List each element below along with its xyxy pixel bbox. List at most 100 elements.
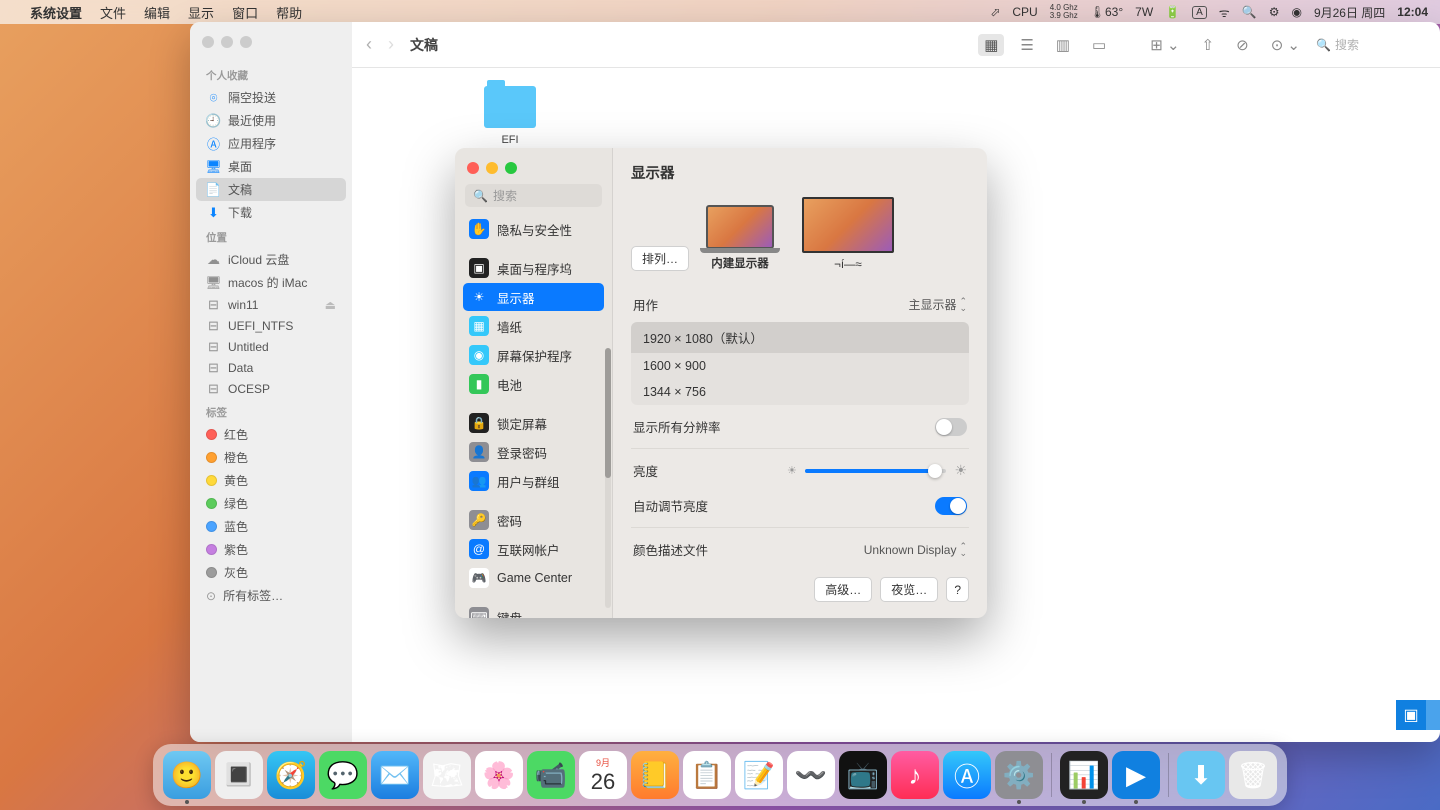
sidebar-tag[interactable]: 蓝色 <box>196 515 346 538</box>
dock-safari[interactable]: 🧭 <box>267 751 315 799</box>
view-list[interactable]: ☰ <box>1014 34 1039 56</box>
time-display[interactable]: 12:04 <box>1397 5 1428 19</box>
dock-trash[interactable]: 🗑 <box>1229 751 1277 799</box>
dock-appstore[interactable]: Ⓐ <box>943 751 991 799</box>
sidebar-airdrop[interactable]: ⌾隔空投送 <box>196 86 346 109</box>
dock-photos[interactable]: 🌸 <box>475 751 523 799</box>
date-display[interactable]: 9月26日 周四 <box>1314 4 1385 21</box>
cursor-icon[interactable]: ⬀ <box>990 5 1000 19</box>
dock-maps[interactable]: 🗺 <box>423 751 471 799</box>
recorder-handle[interactable] <box>1426 700 1440 730</box>
close-button[interactable] <box>467 162 479 174</box>
settings-sidebar-item[interactable]: ☀显示器 <box>463 283 604 311</box>
sidebar-imac[interactable]: 🖥macos 的 iMac <box>196 271 346 294</box>
sidebar-downloads[interactable]: ⬇下载 <box>196 201 346 224</box>
settings-sidebar-item[interactable]: ◉屏幕保护程序 <box>463 341 604 369</box>
menu-help[interactable]: 帮助 <box>276 3 302 22</box>
sidebar-data[interactable]: ⊟Data <box>196 357 346 378</box>
wifi-icon[interactable]: ᯤ <box>1219 4 1230 21</box>
sidebar-icloud[interactable]: ☁iCloud 云盘 <box>196 248 346 271</box>
resolution-option[interactable]: 1344 × 756 <box>631 379 969 405</box>
settings-sidebar-item[interactable]: ▮电池 <box>463 370 604 398</box>
settings-sidebar-item[interactable]: ⌨键盘 <box>463 603 604 618</box>
settings-search[interactable]: 🔍 搜索 <box>465 184 602 207</box>
sidebar-tag[interactable]: ⊙所有标签… <box>196 584 346 607</box>
resolution-option[interactable]: 1600 × 900 <box>631 353 969 379</box>
sidebar-untitled[interactable]: ⊟Untitled <box>196 336 346 357</box>
siri-icon[interactable]: ◉ <box>1291 5 1301 19</box>
dock-system-settings[interactable]: ⚙️ <box>995 751 1043 799</box>
view-gallery[interactable]: ▭ <box>1086 34 1112 56</box>
settings-sidebar-item[interactable]: ▦墙纸 <box>463 312 604 340</box>
folder-efi[interactable]: EFI <box>470 86 550 146</box>
dock-contacts[interactable]: 📒 <box>631 751 679 799</box>
settings-sidebar-item[interactable]: @互联网帐户 <box>463 535 604 563</box>
tag-button[interactable]: ⊘ <box>1230 34 1255 56</box>
close-button[interactable] <box>202 36 214 48</box>
minimize-button[interactable] <box>486 162 498 174</box>
sidebar-tag[interactable]: 紫色 <box>196 538 346 561</box>
dock-mail[interactable]: ✉️ <box>371 751 419 799</box>
dock-messages[interactable]: 💬 <box>319 751 367 799</box>
input-source[interactable]: A <box>1192 6 1207 19</box>
sidebar-documents[interactable]: 📄文稿 <box>196 178 346 201</box>
dock-reminders[interactable]: 📋 <box>683 751 731 799</box>
settings-sidebar-item[interactable]: 👤登录密码 <box>463 438 604 466</box>
sidebar-tag[interactable]: 红色 <box>196 423 346 446</box>
forward-button[interactable]: › <box>388 34 394 55</box>
dock-downloads[interactable]: ⬇ <box>1177 751 1225 799</box>
dock-music[interactable]: ♪ <box>891 751 939 799</box>
back-button[interactable]: ‹ <box>366 34 372 55</box>
dock-notes[interactable]: 📝 <box>735 751 783 799</box>
share-button[interactable]: ⇧ <box>1196 34 1221 56</box>
zoom-button[interactable] <box>240 36 252 48</box>
menu-edit[interactable]: 编辑 <box>144 3 170 22</box>
settings-sidebar-item[interactable]: 🎮Game Center <box>463 564 604 592</box>
dock-tv[interactable]: 📺 <box>839 751 887 799</box>
resolution-option[interactable]: 1920 × 1080（默认） <box>631 322 969 353</box>
sidebar-ocesp[interactable]: ⊟OCESP <box>196 378 346 399</box>
sidebar-uefi[interactable]: ⊟UEFI_NTFS <box>196 315 346 336</box>
zoom-button[interactable] <box>505 162 517 174</box>
dock-calendar[interactable]: 9月26 <box>579 751 627 799</box>
use-as-row[interactable]: 用作 主显示器⌃⌄ <box>631 287 969 322</box>
menu-view[interactable]: 显示 <box>188 3 214 22</box>
dock-launchpad[interactable]: 🔳 <box>215 751 263 799</box>
arrange-button[interactable]: 排列… <box>631 246 689 271</box>
advanced-button[interactable]: 高级… <box>814 577 872 602</box>
battery-icon[interactable]: 🔋 <box>1165 5 1180 19</box>
sidebar-applications[interactable]: Ⓐ应用程序 <box>196 132 346 155</box>
settings-sidebar-item[interactable]: 🔒锁定屏幕 <box>463 409 604 437</box>
dock-facetime[interactable]: 📹 <box>527 751 575 799</box>
settings-sidebar-item[interactable]: 👥用户与群组 <box>463 467 604 495</box>
settings-sidebar-item[interactable]: ✋隐私与安全性 <box>463 215 604 243</box>
sidebar-win11[interactable]: ⊟win11⏏ <box>196 294 346 315</box>
dock-todesk[interactable]: ▶ <box>1112 751 1160 799</box>
recorder-icon[interactable]: ▣ <box>1396 700 1426 730</box>
sidebar-tag[interactable]: 灰色 <box>196 561 346 584</box>
screen-recorder-widget[interactable]: ▣ <box>1396 700 1440 730</box>
minimize-button[interactable] <box>221 36 233 48</box>
view-columns[interactable]: ▥ <box>1050 34 1076 56</box>
sidebar-scrollbar-thumb[interactable] <box>605 348 611 478</box>
menu-file[interactable]: 文件 <box>100 3 126 22</box>
sidebar-tag[interactable]: 橙色 <box>196 446 346 469</box>
color-profile-row[interactable]: 颜色描述文件 Unknown Display⌃⌄ <box>631 532 969 567</box>
show-all-toggle[interactable] <box>935 418 967 436</box>
group-by[interactable]: ⊞ ⌄ <box>1144 34 1185 56</box>
app-menu[interactable]: 系统设置 <box>30 3 82 22</box>
settings-sidebar-item[interactable]: ▣桌面与程序坞 <box>463 254 604 282</box>
brightness-slider[interactable] <box>805 469 947 473</box>
help-button[interactable]: ? <box>946 577 969 602</box>
sidebar-recents[interactable]: 🕘最近使用 <box>196 109 346 132</box>
sidebar-desktop[interactable]: 🖥桌面 <box>196 155 346 178</box>
night-shift-button[interactable]: 夜览… <box>880 577 938 602</box>
settings-sidebar-item[interactable]: 🔑密码 <box>463 506 604 534</box>
dock-istatistica[interactable]: 📊 <box>1060 751 1108 799</box>
dock-finder[interactable]: 🙂 <box>163 751 211 799</box>
view-icons[interactable]: ▦ <box>978 34 1004 56</box>
auto-brightness-toggle[interactable] <box>935 497 967 515</box>
dock-freeform[interactable]: 〰️ <box>787 751 835 799</box>
spotlight-icon[interactable]: 🔍 <box>1242 5 1257 19</box>
menu-window[interactable]: 窗口 <box>232 3 258 22</box>
